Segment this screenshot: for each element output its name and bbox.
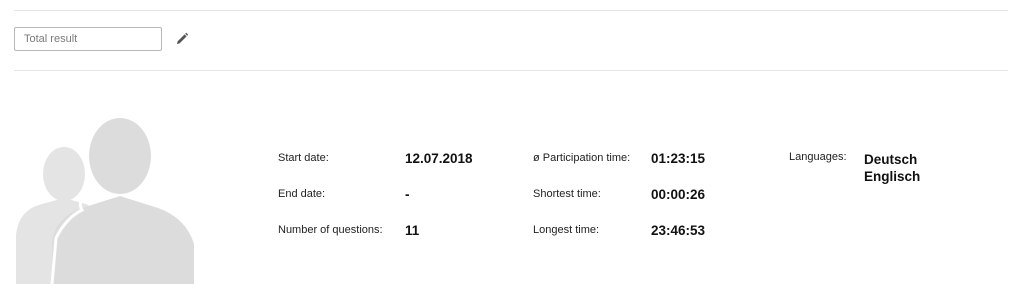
- longest-time-label: Longest time:: [533, 224, 600, 236]
- longest-time-value: 23:46:53: [651, 223, 706, 238]
- shortest-time-value: 00:00:26: [651, 187, 706, 202]
- top-divider: [14, 10, 1008, 11]
- total-result-input[interactable]: [14, 27, 162, 51]
- number-of-questions-label: Number of questions:: [278, 224, 383, 236]
- language-item: Deutsch: [864, 152, 918, 167]
- shortest-time-label: Shortest time:: [533, 188, 601, 200]
- end-date-value: -: [405, 187, 410, 202]
- participation-time-label: ø Participation time:: [533, 152, 631, 164]
- languages-list: Deutsch Englisch: [864, 151, 920, 185]
- section-divider: [14, 70, 1008, 71]
- user-group-silhouette-icon: [16, 118, 194, 284]
- end-date-label: End date:: [278, 188, 326, 200]
- languages-label: Languages:: [789, 151, 847, 163]
- pencil-icon[interactable]: [175, 32, 189, 46]
- number-of-questions-value: 11: [405, 223, 420, 238]
- participation-time-value: 01:23:15: [651, 151, 706, 166]
- language-item: Englisch: [864, 169, 921, 184]
- start-date-value: 12.07.2018: [405, 151, 473, 166]
- start-date-label: Start date:: [278, 152, 329, 164]
